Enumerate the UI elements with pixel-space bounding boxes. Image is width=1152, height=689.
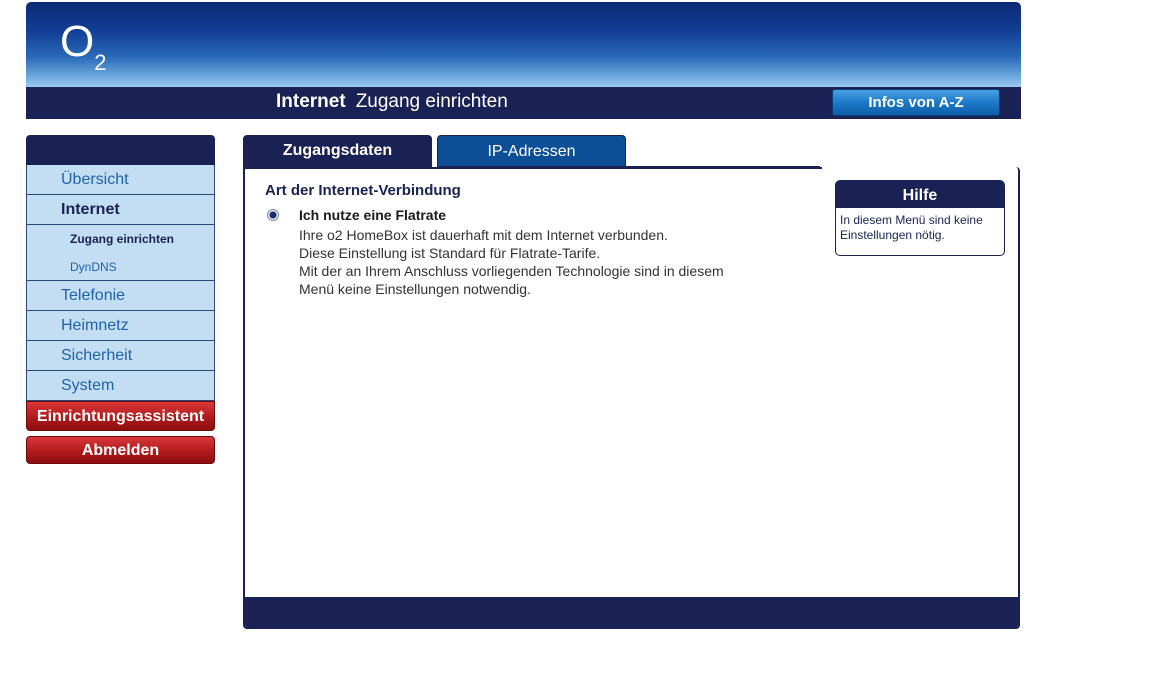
flatrate-radio[interactable] [267,209,279,221]
page-title-section: Internet [276,91,346,112]
o2-logo[interactable]: O2 [60,20,106,85]
sidebar-item-telefonie[interactable]: Telefonie [26,281,215,311]
description-line: Ihre o2 HomeBox ist dauerhaft mit dem In… [299,227,668,243]
sidebar-item-internet[interactable]: Internet [26,195,215,225]
title-bar: Internet Zugang einrichten Infos von A-Z [26,87,1021,119]
header: O2 Internet Zugang einrichten Infos von A… [26,2,1021,119]
section-title: Art der Internet-Verbindung [265,182,461,199]
content-panel: Art der Internet-Verbindung Ich nutze ei… [243,167,1020,629]
help-text: In diesem Menü sind keine Einstellungen … [840,213,983,242]
sidebar-item-system[interactable]: System [26,371,215,401]
tab-zugangsdaten[interactable]: Zugangsdaten [243,135,432,167]
description-line: Mit der an Ihrem Anschluss vorliegenden … [299,263,724,279]
sidebar-header [26,135,215,165]
setup-wizard-button[interactable]: Einrichtungsassistent [26,401,215,431]
page-title-subpage: Zugang einrichten [355,91,508,112]
panel-border [245,167,822,169]
tab-ip-adressen[interactable]: IP-Adressen [437,135,626,167]
sidebar-subitem-zugang-einrichten[interactable]: Zugang einrichten [26,225,215,253]
description-line: Menü keine Einstellungen notwendig. [299,281,531,297]
sidebar-item-sicherheit[interactable]: Sicherheit [26,341,215,371]
sidebar-item-uebersicht[interactable]: Übersicht [26,165,215,195]
panel-footer [245,597,1018,627]
flatrate-option-label[interactable]: Ich nutze eine Flatrate [299,207,446,223]
sidebar: Übersicht Internet Zugang einrichten Dyn… [26,135,215,464]
description-line: Diese Einstellung ist Standard für Flatr… [299,245,601,261]
header-banner: O2 [26,2,1021,87]
logout-button[interactable]: Abmelden [26,436,215,464]
infos-a-z-button[interactable]: Infos von A-Z [832,89,1000,116]
help-title: Hilfe [836,181,1004,208]
page-title: Internet Zugang einrichten [276,91,508,113]
sidebar-item-heimnetz[interactable]: Heimnetz [26,311,215,341]
help-box: Hilfe In diesem Menü sind keine Einstell… [835,180,1005,256]
sidebar-subitem-dyndns[interactable]: DynDNS [26,253,215,281]
